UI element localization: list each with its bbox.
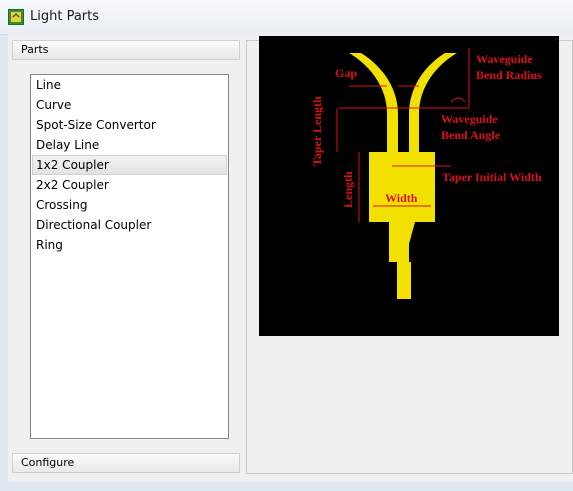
label-taper-initial-width: Taper Initial Width (442, 170, 542, 184)
window-bottom-border (0, 482, 573, 491)
part-list-item[interactable]: Ring (32, 235, 227, 255)
label-waveguide-bend-radius-line1: Waveguide (476, 52, 533, 66)
title-bar: Light Parts (0, 0, 573, 35)
label-length: Length (341, 171, 355, 208)
configure-section-header[interactable]: Configure (12, 453, 240, 473)
label-taper-length: Taper Length (310, 96, 324, 166)
window-title: Light Parts (30, 9, 100, 24)
app-icon (8, 9, 24, 25)
label-waveguide-bend-angle-line1: Waveguide (441, 112, 498, 126)
part-list-item[interactable]: Delay Line (32, 135, 227, 155)
label-waveguide-bend-radius-line2: Bend Radius (476, 68, 542, 82)
part-list-item[interactable]: Spot-Size Convertor (32, 115, 227, 135)
part-list-item[interactable]: Line (32, 75, 227, 95)
part-list-item[interactable]: 1x2 Coupler (32, 155, 227, 175)
label-waveguide-bend-angle-line2: Bend Angle (441, 128, 501, 142)
parts-list[interactable]: Line Curve Spot-Size Convertor Delay Line 1x… (30, 74, 229, 439)
part-list-item[interactable]: Directional Coupler (32, 215, 227, 235)
output-waveguide (397, 262, 411, 299)
parts-section-header[interactable]: Parts (12, 40, 240, 60)
part-list-item[interactable]: Curve (32, 95, 227, 115)
coupler-diagram: Gap Waveguide Bend Radius Waveguide Bend… (259, 36, 559, 336)
label-width: Width (385, 191, 418, 205)
label-gap: Gap (335, 66, 357, 80)
coupler-body (369, 152, 435, 222)
part-list-item[interactable]: 2x2 Coupler (32, 175, 227, 195)
parts-panel: Parts Line Curve Spot-Size Convertor Delay … (8, 34, 244, 482)
part-list-item[interactable]: Crossing (32, 195, 227, 215)
